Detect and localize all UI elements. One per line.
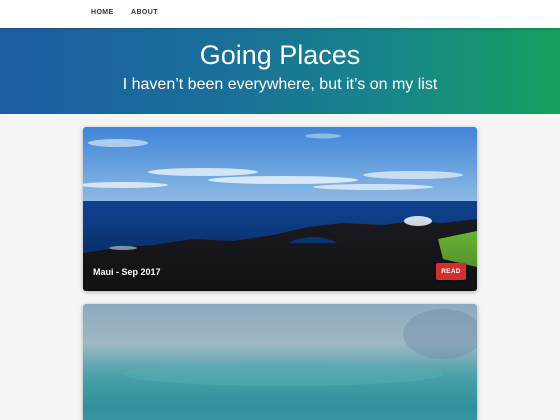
hero-banner: Going Places I haven’t been everywhere, …: [0, 28, 560, 114]
nav-home-link[interactable]: HOME: [91, 9, 114, 16]
post-card-maui[interactable]: Maui - Sep 2017 READ: [83, 127, 477, 291]
site-tagline: I haven’t been everywhere, but it’s on m…: [122, 76, 438, 93]
site-title: Going Places: [199, 40, 361, 70]
top-navbar: HOME ABOUT: [0, 0, 560, 28]
post-card-image: [83, 304, 477, 420]
post-card-second[interactable]: [83, 304, 477, 420]
nav-about-link[interactable]: ABOUT: [131, 9, 158, 16]
read-button[interactable]: READ: [436, 263, 466, 280]
post-card-title: Maui - Sep 2017: [93, 267, 161, 277]
